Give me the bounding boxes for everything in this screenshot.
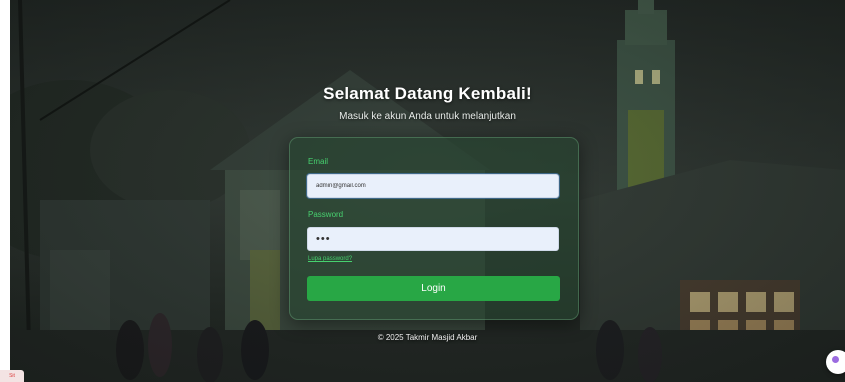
forgot-password-link[interactable]: Lupa password?: [308, 256, 352, 262]
email-label: Email: [308, 157, 329, 166]
login-card: Email Password Lupa password? Login: [289, 137, 579, 320]
footer-copyright: © 2025 Takmir Masjid Akbar: [377, 333, 478, 342]
page-title: Selamat Datang Kembali!: [323, 84, 532, 103]
chat-bubble-icon[interactable]: [826, 350, 845, 374]
page-subtitle: Masuk ke akun Anda untuk melanjutkan: [339, 111, 516, 122]
corner-badge[interactable]: Sit: [0, 370, 24, 382]
login-page: Selamat Datang Kembali! Masuk ke akun An…: [10, 0, 845, 382]
password-field[interactable]: [307, 227, 559, 251]
chat-bubble-dot: [832, 356, 839, 363]
password-label: Password: [308, 210, 344, 219]
email-field[interactable]: [307, 174, 559, 198]
login-button[interactable]: Login: [307, 276, 560, 301]
